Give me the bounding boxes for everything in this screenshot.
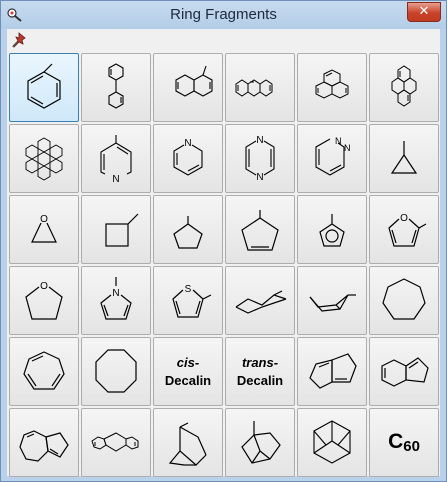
fragment-methylthiophene[interactable]: S bbox=[153, 266, 223, 335]
pin-icon[interactable] bbox=[10, 31, 28, 49]
fragment-pyrene[interactable] bbox=[369, 53, 439, 122]
fragment-methylbenzene[interactable] bbox=[9, 53, 79, 122]
fragment-cis-decalin[interactable]: cis- Decalin bbox=[153, 337, 223, 406]
anthracene-icon bbox=[235, 78, 273, 97]
svg-text:O: O bbox=[400, 213, 408, 224]
svg-text:O: O bbox=[40, 281, 48, 292]
fragment-bicyclooctane[interactable] bbox=[225, 408, 295, 477]
oxirane-icon: O bbox=[31, 214, 57, 243]
fragment-methylfuran[interactable]: O bbox=[369, 195, 439, 264]
pyrrole-icon: N bbox=[100, 276, 132, 320]
fragment-coronene[interactable] bbox=[9, 124, 79, 193]
fragment-fluorene[interactable] bbox=[81, 408, 151, 477]
fragment-cyclopropane[interactable] bbox=[369, 124, 439, 193]
chair-icon bbox=[235, 289, 287, 314]
fragment-cyclohexane-chair[interactable] bbox=[225, 266, 295, 335]
fragment-grid: N N N N N N O O O N S cis- Decalin trans… bbox=[9, 53, 439, 477]
bicyclooctane-icon bbox=[241, 420, 281, 464]
ring-fragments-window: Ring Fragments ✕ N N N N N N O O O N S c… bbox=[0, 0, 447, 482]
fragment-anthracene[interactable] bbox=[225, 53, 295, 122]
tetrahydrofuran-icon: O bbox=[25, 281, 63, 320]
client-area: N N N N N N O O O N S cis- Decalin trans… bbox=[7, 29, 440, 477]
fragment-fullerene[interactable]: C60 bbox=[369, 408, 439, 477]
trans-decalin-label: trans- Decalin bbox=[236, 354, 284, 388]
fragment-pyrazine[interactable]: N N bbox=[225, 124, 295, 193]
fragment-cyclopentane[interactable] bbox=[153, 195, 223, 264]
close-button[interactable]: ✕ bbox=[407, 2, 441, 22]
cyclobutane-icon bbox=[105, 213, 139, 247]
fragment-pyridine[interactable]: N bbox=[81, 124, 151, 193]
fragment-azulene[interactable] bbox=[9, 408, 79, 477]
window-title: Ring Fragments bbox=[170, 6, 277, 23]
svg-text:N: N bbox=[112, 288, 119, 299]
fragment-cyclohexane-boat[interactable] bbox=[297, 266, 367, 335]
fragment-cyclopentadienyl[interactable] bbox=[297, 195, 367, 264]
fragment-cyclobutane[interactable] bbox=[81, 195, 151, 264]
benzene-icon bbox=[27, 63, 61, 109]
fragment-cyclopentene[interactable] bbox=[225, 195, 295, 264]
cycloheptatriene-icon bbox=[23, 350, 65, 390]
fragment-biphenyl[interactable] bbox=[81, 53, 151, 122]
cycloheptane-icon bbox=[382, 277, 426, 320]
fragment-pyridazine[interactable]: N N bbox=[297, 124, 367, 193]
cyclopentene-icon bbox=[241, 209, 279, 251]
fragment-indene[interactable] bbox=[369, 337, 439, 406]
cis-decalin-label: cis- Decalin bbox=[164, 354, 212, 388]
svg-text:N: N bbox=[344, 143, 351, 153]
fragment-trans-decalin[interactable]: trans- Decalin bbox=[225, 337, 295, 406]
fragment-methylnaphthalene[interactable] bbox=[153, 53, 223, 122]
pyridazine-icon: N N bbox=[315, 136, 351, 176]
fragment-pyrimidine[interactable]: N bbox=[153, 124, 223, 193]
coronene-icon bbox=[25, 136, 63, 181]
svg-text:S: S bbox=[185, 284, 192, 295]
thiophene-icon: S bbox=[172, 284, 212, 318]
fullerene-label: C60 bbox=[388, 430, 420, 455]
cyclopentane-icon bbox=[173, 215, 203, 249]
svg-text:N: N bbox=[335, 136, 342, 146]
pentalene-icon bbox=[309, 352, 357, 389]
fragment-norbornane[interactable] bbox=[153, 408, 223, 477]
naphthalene-icon bbox=[175, 65, 213, 97]
fragment-oxirane[interactable]: O bbox=[9, 195, 79, 264]
phenanthrene-icon bbox=[315, 68, 349, 99]
fragment-pentalene[interactable] bbox=[297, 337, 367, 406]
norbornane-icon bbox=[168, 421, 207, 466]
fragment-cycloheptane[interactable] bbox=[369, 266, 439, 335]
svg-text:N: N bbox=[112, 174, 119, 185]
fragment-adamantane[interactable] bbox=[297, 408, 367, 477]
pyridine-icon: N bbox=[100, 134, 132, 185]
furan-icon: O bbox=[388, 213, 427, 247]
fragment-phenanthrene[interactable] bbox=[297, 53, 367, 122]
svg-text:O: O bbox=[40, 214, 48, 225]
boat-icon bbox=[309, 293, 356, 312]
fragment-tetrahydrofuran[interactable]: O bbox=[9, 266, 79, 335]
fragment-cycloheptatriene[interactable] bbox=[9, 337, 79, 406]
pyrene-icon bbox=[391, 64, 417, 107]
fragment-methylpyrrole[interactable]: N bbox=[81, 266, 151, 335]
pyrazine-icon: N N bbox=[245, 135, 275, 183]
indene-icon bbox=[381, 356, 429, 387]
toolbar bbox=[7, 29, 440, 51]
fluorene-icon bbox=[91, 431, 139, 452]
cyclopropane-icon bbox=[390, 140, 418, 174]
fragment-cyclooctane[interactable] bbox=[81, 337, 151, 406]
title-bar[interactable]: Ring Fragments ✕ bbox=[1, 1, 446, 29]
azulene-icon bbox=[19, 429, 69, 462]
svg-text:N: N bbox=[256, 172, 263, 183]
svg-text:N: N bbox=[184, 138, 191, 149]
cyclooctane-icon bbox=[95, 348, 137, 393]
biphenyl-icon bbox=[108, 62, 124, 109]
cyclopentadienyl-icon bbox=[319, 213, 345, 247]
pyrimidine-icon: N bbox=[173, 138, 203, 176]
svg-text:N: N bbox=[256, 135, 263, 146]
adamantane-icon bbox=[313, 419, 351, 464]
